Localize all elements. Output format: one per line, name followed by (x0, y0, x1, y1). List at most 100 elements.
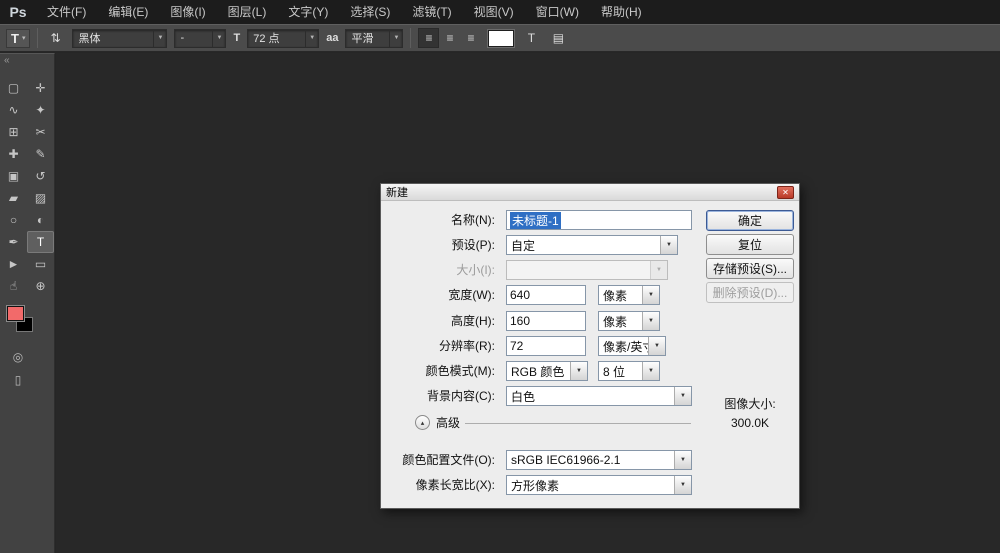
tool-dodge[interactable]: ◐ (27, 209, 54, 231)
tool-rectangular-marquee[interactable]: ▢ (0, 77, 27, 99)
dropdown-arrow-icon: ▼ (642, 312, 659, 330)
dialog-titlebar[interactable]: 新建 ✕ (381, 184, 799, 201)
tool-zoom[interactable]: ⊕ (27, 275, 54, 297)
tool-shape[interactable]: ▭ (27, 253, 54, 275)
preset-select[interactable]: 自定 ▼ (506, 235, 678, 255)
tool-clone-stamp[interactable]: ▣ (0, 165, 27, 187)
background-contents-select[interactable]: 白色 ▼ (506, 386, 692, 406)
menu-edit[interactable]: 编辑(E) (97, 0, 159, 24)
toolbox-bottom: ◎ ▯ (0, 349, 54, 388)
warp-text-icon[interactable]: T (521, 28, 541, 48)
pixel-aspect-label: 像素长宽比(X): (381, 475, 501, 495)
font-family-select[interactable]: 黑体 ▼ (72, 29, 167, 48)
toolbar-collapse-button[interactable]: « (0, 54, 54, 69)
anti-alias-icon: aa (326, 32, 338, 44)
dropdown-arrow-icon: ▼ (570, 362, 587, 380)
color-mode-value: RGB 颜色 (507, 362, 570, 380)
tool-path-selection[interactable]: ► (0, 253, 27, 275)
advanced-toggle-button[interactable]: ▴ (415, 415, 430, 430)
resolution-label: 分辨率(R): (381, 336, 501, 356)
photoshop-logo: Ps (0, 4, 36, 20)
color-swatches (0, 305, 54, 343)
color-mode-select[interactable]: RGB 颜色 ▼ (506, 361, 588, 381)
tool-healing-brush[interactable]: ✚ (0, 143, 27, 165)
resolution-unit-value: 像素/英寸 (599, 337, 648, 355)
close-button[interactable]: ✕ (777, 186, 794, 199)
dropdown-arrow-icon: ▼ (674, 387, 691, 405)
menu-layer[interactable]: 图层(L) (217, 0, 278, 24)
height-unit-select[interactable]: 像素 ▼ (598, 311, 660, 331)
dropdown-arrow-icon: ▼ (305, 30, 318, 47)
advanced-label: 高级 (436, 414, 460, 432)
preset-value: 自定 (507, 236, 660, 254)
name-value: 未标题-1 (510, 212, 561, 229)
tool-type[interactable]: T (27, 231, 54, 253)
dropdown-arrow-icon: ▼ (674, 451, 691, 469)
width-input[interactable]: 640 (506, 285, 586, 305)
resolution-value: 72 (510, 339, 523, 353)
foreground-color-swatch[interactable] (7, 306, 24, 321)
menu-type[interactable]: 文字(Y) (277, 0, 339, 24)
bit-depth-select[interactable]: 8 位 ▼ (598, 361, 660, 381)
font-style-select[interactable]: - ▼ (174, 29, 226, 48)
menu-help[interactable]: 帮助(H) (590, 0, 653, 24)
anti-alias-value: 平滑 (346, 30, 389, 46)
menu-view[interactable]: 视图(V) (463, 0, 525, 24)
menu-select[interactable]: 选择(S) (339, 0, 401, 24)
resolution-input[interactable]: 72 (506, 336, 586, 356)
tool-preset-picker[interactable]: T ▾ (6, 29, 30, 48)
quick-mask-button[interactable]: ◎ (8, 349, 28, 365)
name-input[interactable]: 未标题-1 (506, 210, 692, 230)
size-label: 大小(I): (381, 260, 501, 280)
color-profile-select[interactable]: sRGB IEC61966-2.1 ▼ (506, 450, 692, 470)
menu-file[interactable]: 文件(F) (36, 0, 97, 24)
height-input[interactable]: 160 (506, 311, 586, 331)
pixel-aspect-select[interactable]: 方形像素 ▼ (506, 475, 692, 495)
tool-move[interactable]: ✛ (27, 77, 54, 99)
menubar: Ps 文件(F) 编辑(E) 图像(I) 图层(L) 文字(Y) 选择(S) 滤… (0, 0, 1000, 24)
font-style-value: - (175, 32, 212, 44)
align-center-button[interactable]: ≡ (439, 28, 460, 48)
font-size-value: 72 点 (248, 30, 305, 46)
menu-filter[interactable]: 滤镜(T) (401, 0, 462, 24)
tool-gradient[interactable]: ▨ (27, 187, 54, 209)
tool-hand[interactable]: ☝ (0, 275, 27, 297)
tool-lasso[interactable]: ∿ (0, 99, 27, 121)
name-label: 名称(N): (381, 210, 501, 230)
tool-blur[interactable]: ○ (0, 209, 27, 231)
anti-alias-select[interactable]: 平滑 ▼ (345, 29, 403, 48)
height-value: 160 (510, 314, 530, 328)
align-right-button[interactable]: ≡ (460, 28, 481, 48)
width-label: 宽度(W): (381, 285, 501, 305)
text-orientation-toggle[interactable]: ⇅ (45, 28, 65, 48)
text-color-swatch[interactable] (488, 30, 514, 47)
dropdown-arrow-icon: ▼ (153, 30, 166, 47)
screen-mode-button[interactable]: ▯ (8, 372, 28, 388)
align-left-button[interactable]: ≡ (418, 28, 439, 48)
dropdown-arrow-icon: ▼ (660, 236, 677, 254)
new-document-dialog: 新建 ✕ 名称(N): 未标题-1 预设(P): 自定 ▼ 大小(I): ▼ 宽… (380, 183, 800, 509)
ok-button[interactable]: 确定 (706, 210, 794, 231)
tool-crop[interactable]: ⊞ (0, 121, 27, 143)
tool-brush[interactable]: ✎ (27, 143, 54, 165)
menu-image[interactable]: 图像(I) (159, 0, 216, 24)
font-size-select[interactable]: 72 点 ▼ (247, 29, 319, 48)
font-family-value: 黑体 (73, 30, 153, 46)
menu-window[interactable]: 窗口(W) (525, 0, 590, 24)
tool-slice[interactable]: ✂ (27, 121, 54, 143)
tool-quick-selection[interactable]: ✦ (27, 99, 54, 121)
alignment-group: ≡ ≡ ≡ (418, 28, 481, 48)
width-unit-value: 像素 (599, 286, 642, 304)
photoshop-window: { "colors": { "foreground_swatch": "#f26… (0, 0, 1000, 553)
width-unit-select[interactable]: 像素 ▼ (598, 285, 660, 305)
dropdown-arrow-icon: ▼ (674, 476, 691, 494)
reset-button[interactable]: 复位 (706, 234, 794, 255)
tool-eraser[interactable]: ▰ (0, 187, 27, 209)
tool-pen[interactable]: ✒ (0, 231, 27, 253)
save-preset-button[interactable]: 存储预设(S)... (706, 258, 794, 279)
tool-history-brush[interactable]: ↺ (27, 165, 54, 187)
tool-options-bar: T ▾ ⇅ 黑体 ▼ - ▼ T 72 点 ▼ aa 平滑 ▼ ≡ ≡ ≡ T … (0, 24, 1000, 52)
resolution-unit-select[interactable]: 像素/英寸 ▼ (598, 336, 666, 356)
delete-preset-button: 删除预设(D)... (706, 282, 794, 303)
toggle-panels-icon[interactable]: ▤ (548, 28, 568, 48)
